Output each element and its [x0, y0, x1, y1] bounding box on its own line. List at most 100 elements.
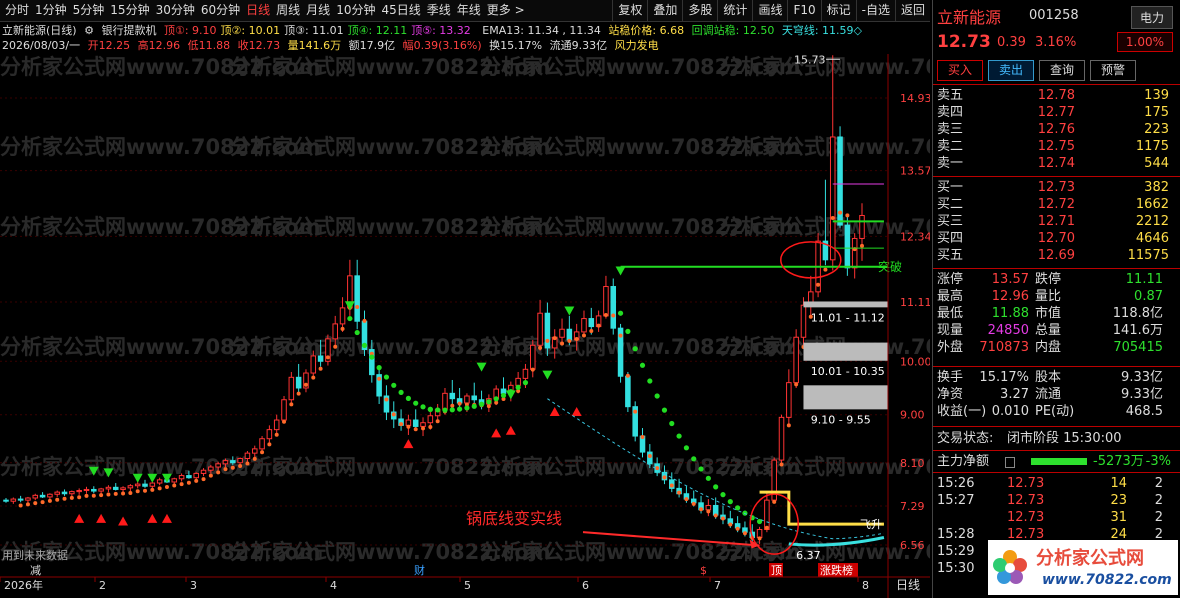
period-tab-3[interactable]: 15分钟 [107, 0, 152, 21]
orderbook-row[interactable]: 卖二 12.75 1175 [933, 138, 1173, 155]
period-tab-6[interactable]: 日线 [243, 0, 273, 21]
buy-triangle [491, 428, 502, 438]
orderbook-row[interactable]: 卖四 12.77 175 [933, 104, 1173, 121]
annotation-text: 锅底线变实线 [466, 509, 562, 528]
stat-row: 最高 12.96 量比 0.87 [937, 289, 1163, 304]
ma-dot [435, 419, 440, 424]
resist-dot [515, 384, 521, 390]
ma-dot [647, 453, 652, 458]
period-tab-0[interactable]: 分时 [2, 0, 32, 21]
candle-body [829, 136, 836, 261]
y-tick-label: 13.57 [900, 165, 930, 178]
boxed-pct: 1.00% [1116, 32, 1173, 52]
ma-dot [735, 526, 740, 531]
period-tab-1[interactable]: 1分钟 [32, 0, 70, 21]
orderbook-row[interactable]: 买三 12.71 2212 [933, 213, 1173, 230]
orderbook-row[interactable]: 卖一 12.74 544 [933, 155, 1173, 172]
candle-body [222, 460, 229, 465]
ma-dot [413, 427, 418, 432]
buy-button[interactable]: 买入 [937, 60, 983, 81]
gear-icon[interactable]: ⚙ [84, 24, 94, 37]
resist-dot [676, 433, 682, 439]
sell-button[interactable]: 卖出 [988, 60, 1034, 81]
bar-turnover: 换15.17% [489, 39, 543, 52]
trade-status: 交易状态: 闭市阶段 15:30:00 [937, 431, 1122, 446]
huitiao-price: 回调站稳: 12.50 [691, 24, 775, 37]
tick-row: 15:26 12.73 14 2 [937, 476, 1163, 491]
bar-volume: 量141.6万 [287, 39, 342, 52]
period-tab-2[interactable]: 5分钟 [70, 0, 108, 21]
ma-dot [216, 470, 221, 475]
quote-stock-name: 立新能源 [937, 8, 1002, 27]
toolbar-action-4[interactable]: 画线 [752, 0, 787, 21]
orderbook-row[interactable]: 买五 12.69 11575 [933, 247, 1173, 264]
toolbar-action-0[interactable]: 复权 [612, 0, 647, 21]
resist-dot [661, 407, 668, 413]
site-logo: 分析家公式网 www.70822.com [988, 540, 1178, 595]
candle-body [288, 376, 295, 401]
kline-chart[interactable]: 分析家公式网www.70822.com分析家公式网www.70822.com分析… [0, 54, 930, 598]
ma-dot [742, 531, 747, 536]
ma-dot [662, 475, 667, 480]
ma-dot [47, 498, 52, 503]
ma-dot [611, 313, 616, 318]
sector-badge[interactable]: 电力 [1130, 6, 1173, 29]
ma-dot [457, 401, 462, 406]
resist-dot [464, 405, 470, 411]
period-tab-4[interactable]: 30分钟 [153, 0, 198, 21]
ma-dot [640, 434, 645, 439]
query-button[interactable]: 查询 [1039, 60, 1085, 81]
alert-button[interactable]: 预警 [1090, 60, 1136, 81]
buy-triangle [118, 516, 129, 526]
orderbook-row[interactable]: 买二 12.72 1662 [933, 196, 1173, 213]
ma-dot [669, 483, 674, 488]
resist-dot [647, 378, 653, 384]
indicator-name[interactable]: 银行提款机 [101, 24, 156, 37]
period-tab-13[interactable]: 更多 > [484, 0, 528, 21]
candle-body [266, 429, 273, 440]
ma-dot [128, 491, 133, 496]
stat-row: 净资 3.27 流通 9.33亿 [937, 387, 1163, 402]
orderbook-row[interactable]: 卖五 12.78 139 [933, 87, 1173, 104]
orderbook-row[interactable]: 买四 12.70 4646 [933, 230, 1173, 247]
toolbar-action-2[interactable]: 多股 [682, 0, 717, 21]
candle-body [295, 376, 302, 389]
ma-dot [223, 467, 228, 472]
toolbar-action-5[interactable]: F10 [787, 0, 820, 21]
period-tab-7[interactable]: 周线 [273, 0, 303, 21]
period-tab-9[interactable]: 10分钟 [333, 0, 378, 21]
candle-body [317, 355, 324, 362]
ma-dot [135, 489, 140, 494]
toolbar-action-6[interactable]: 标记 [820, 0, 856, 21]
toolbar-action-7[interactable]: -自选 [855, 0, 895, 21]
period-tab-10[interactable]: 45日线 [378, 0, 423, 21]
ma-dot [143, 488, 148, 493]
orderbook-row[interactable]: 买一 12.73 382 [933, 179, 1173, 196]
resist-dot [639, 362, 646, 368]
watermark-layer: 分析家公式网www.70822.com分析家公式网www.70822.com分析… [0, 55, 930, 564]
breakthrough-label: 突破 [878, 259, 902, 274]
toolbar-action-8[interactable]: 返回 [894, 0, 930, 21]
resist-dot [522, 380, 529, 386]
ma-dot [179, 482, 184, 487]
period-tab-11[interactable]: 季线 [424, 0, 454, 21]
period-tab-12[interactable]: 年线 [454, 0, 484, 21]
period-tabs: 分时 1分钟 5分钟 15分钟 30分钟 60分钟 日线 周线 月线 10分钟 45日线 季线 年线 更多… [2, 0, 528, 21]
ma-dot [377, 376, 382, 381]
candle-body [149, 482, 156, 487]
candle-body [215, 463, 221, 468]
resist-dot [398, 389, 404, 396]
main-net-flow: 主力净额 -5273万 -3% [937, 454, 1171, 469]
list-icon[interactable] [1005, 457, 1015, 468]
resist-dot [691, 456, 697, 462]
candle-body [91, 488, 97, 492]
orderbook-row[interactable]: 卖三 12.76 223 [933, 121, 1173, 138]
ma-dot [201, 477, 206, 482]
toolbar-action-1[interactable]: 叠加 [647, 0, 682, 21]
period-tab-5[interactable]: 60分钟 [198, 0, 243, 21]
x-tick-label: 2026年 [4, 578, 43, 592]
x-tick-label: 2 [99, 579, 106, 592]
period-tab-8[interactable]: 月线 [303, 0, 333, 21]
price-zone [803, 342, 888, 361]
toolbar-action-3[interactable]: 统计 [717, 0, 752, 21]
